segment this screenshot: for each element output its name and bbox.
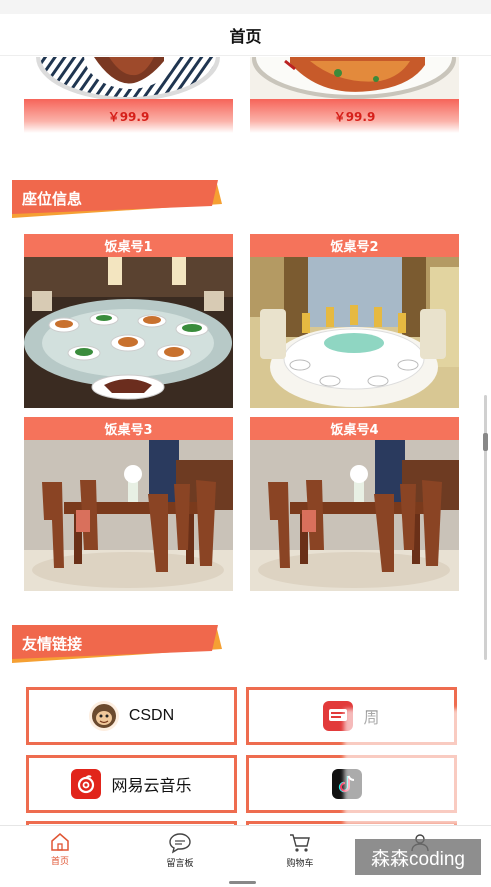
table-label: 饭桌号1 — [104, 240, 153, 255]
plate-of-chicken-image — [250, 57, 459, 99]
table-header: 饭桌号1 — [24, 234, 233, 257]
scrollbar[interactable] — [483, 395, 488, 660]
message-icon — [169, 833, 191, 854]
table-label: 饭桌号3 — [104, 423, 153, 438]
tab-label: 购物车 — [286, 859, 314, 869]
scrollbar-thumb[interactable] — [483, 433, 488, 451]
product-card[interactable]: ￥99.9 — [250, 57, 459, 133]
price-bar: ￥99.9 — [250, 99, 459, 133]
main-content[interactable]: ￥99.9 ￥99.9 座位信息 饭桌号1 饭桌号2 饭桌号3 饭桌号4 友情链… — [0, 57, 491, 825]
page-title: 首页 — [229, 26, 262, 46]
link-label: CSDN — [128, 707, 175, 724]
csdn-monkey-icon — [88, 701, 119, 731]
friend-link-csdn[interactable]: CSDN — [26, 687, 237, 745]
section-title: 友情链接 — [22, 635, 83, 653]
table-card[interactable]: 饭桌号3 — [24, 417, 233, 591]
table-header: 饭桌号3 — [24, 417, 233, 440]
table-card[interactable]: 饭桌号4 — [250, 417, 459, 591]
dining-table-photo — [24, 257, 233, 408]
blurred-overlay — [344, 709, 480, 825]
home-icon — [51, 833, 69, 851]
dining-table-photo — [24, 440, 233, 591]
tab-label: 首页 — [50, 857, 69, 867]
dining-table-photo — [250, 440, 459, 591]
section-heading-seating: 座位信息 — [12, 180, 222, 218]
app-header: 首页 — [0, 14, 491, 56]
product-price: ￥99.9 — [333, 109, 376, 124]
netease-music-icon — [71, 769, 102, 799]
table-header: 饭桌号4 — [250, 417, 459, 440]
tab-home[interactable]: 首页 — [0, 826, 120, 873]
product-card[interactable]: ￥99.9 — [24, 57, 233, 133]
dining-table-photo — [250, 257, 459, 408]
watermark: 森森coding — [355, 839, 481, 875]
table-header: 饭桌号2 — [250, 234, 459, 257]
table-card[interactable]: 饭桌号1 — [24, 234, 233, 408]
cart-icon — [290, 834, 310, 852]
plate-of-meat-image — [24, 57, 233, 99]
table-label: 饭桌号4 — [330, 423, 379, 438]
tab-label: 留言板 — [166, 859, 194, 869]
section-heading-links: 友情链接 — [12, 625, 222, 663]
section-title: 座位信息 — [22, 190, 83, 208]
price-bar: ￥99.9 — [24, 99, 233, 133]
product-price: ￥99.9 — [107, 109, 150, 124]
friend-link-netease-music[interactable]: 网易云音乐 — [26, 755, 237, 813]
link-label: 网易云音乐 — [111, 778, 192, 795]
table-label: 饭桌号2 — [330, 240, 379, 255]
tab-message-board[interactable]: 留言板 — [120, 826, 240, 873]
status-bar — [0, 0, 491, 14]
watermark-text: 森森coding — [371, 848, 465, 870]
home-indicator — [229, 881, 256, 884]
table-card[interactable]: 饭桌号2 — [250, 234, 459, 408]
tab-cart[interactable]: 购物车 — [240, 826, 360, 873]
